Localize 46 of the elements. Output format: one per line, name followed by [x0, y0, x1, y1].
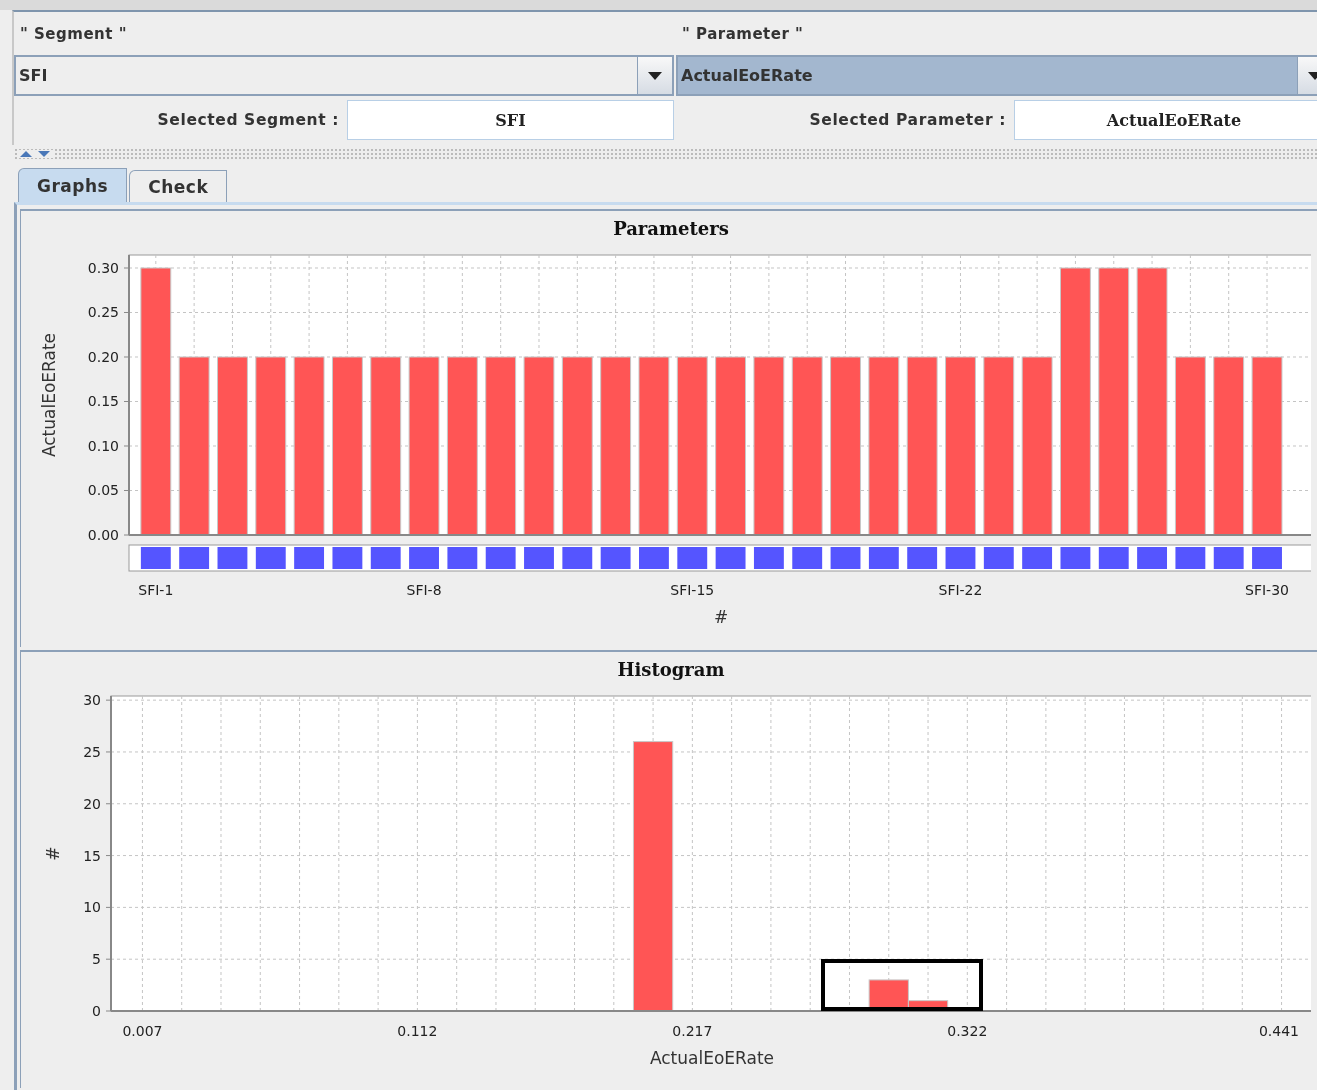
tick-label: 0.007 [122, 1023, 163, 1039]
tick-label: 0.441 [1258, 1023, 1299, 1039]
dropdown-value: ActualEoERate [680, 66, 814, 85]
dropdown-arrow-button[interactable] [637, 57, 672, 94]
tick-label: SFI-1 [138, 582, 174, 598]
tick-label: 0.10 [87, 438, 119, 454]
dropdown-value: SFI [18, 66, 49, 85]
caret-icon [1308, 71, 1317, 80]
caret-icon [648, 71, 662, 80]
axis-title: # [43, 846, 63, 861]
tick-label: 20 [83, 795, 101, 812]
tick-label: 0.15 [87, 393, 119, 410]
tick-label: SFI-8 [406, 582, 442, 598]
tab[interactable]: Check [129, 170, 228, 202]
dropdown[interactable]: ActualEoERate [676, 55, 1317, 96]
tick-label: 0 [92, 1003, 101, 1019]
tick-label: 15 [83, 847, 101, 864]
field-label: Selected Parameter : [808, 111, 1007, 129]
split-arrows-icon[interactable] [18, 150, 54, 158]
tick-label: 30 [83, 692, 101, 709]
tick-label: 0.00 [87, 527, 119, 543]
field-label: Selected Segment : [156, 111, 340, 129]
tick-label: 0.322 [947, 1023, 988, 1039]
field-label: " Segment " [20, 24, 127, 43]
tick-label: 5 [92, 951, 101, 968]
tab[interactable]: Graphs [18, 168, 128, 202]
axis-title: ActualEoERate [39, 332, 59, 458]
tick-label: 0.112 [397, 1023, 438, 1039]
chart-title: Parameters [613, 217, 729, 239]
tick-label: 0.05 [87, 482, 119, 499]
dropdown[interactable]: SFI [14, 55, 674, 96]
chart-title: Histogram [617, 658, 725, 680]
tick-label: 0.25 [87, 304, 119, 321]
tick-label: 25 [83, 743, 101, 760]
axis-title: # [713, 607, 729, 627]
tick-label: 0.217 [672, 1023, 713, 1039]
field-label: " Parameter " [682, 24, 804, 43]
tick-label: 0.30 [87, 260, 119, 276]
tick-label: 0.20 [87, 349, 119, 365]
tick-label: SFI-15 [670, 582, 715, 598]
tick-label: SFI-22 [938, 582, 983, 598]
tick-label: SFI-30 [1245, 582, 1289, 598]
text-field[interactable]: ActualEoERate [1014, 100, 1317, 140]
axis-title: ActualEoERate [649, 1048, 775, 1068]
text-field[interactable]: SFI [347, 100, 674, 140]
tick-label: 10 [83, 899, 101, 916]
